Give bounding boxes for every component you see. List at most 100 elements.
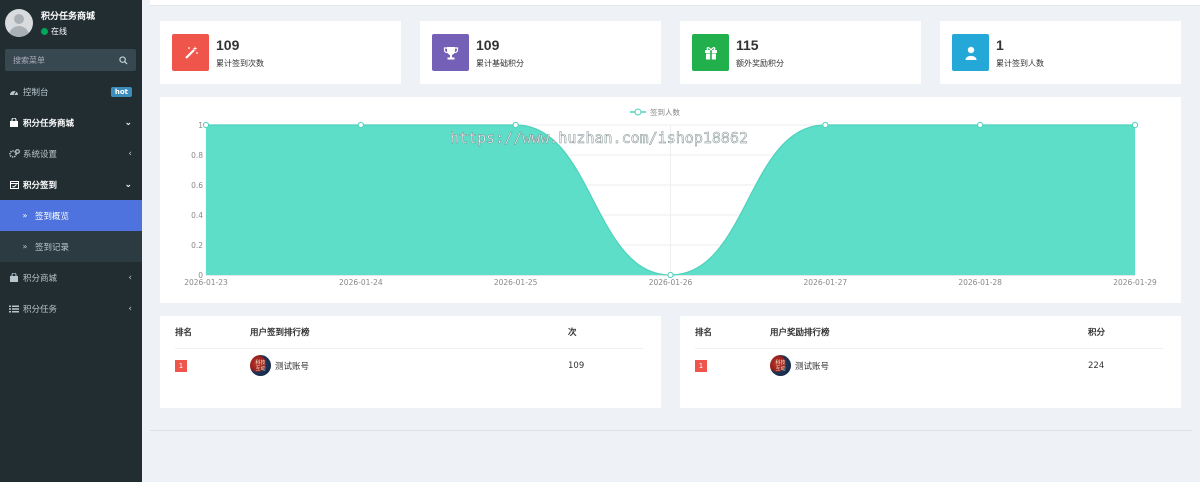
stat-value: 115	[736, 36, 759, 53]
data-point	[512, 121, 519, 129]
y-tick-label: 1	[198, 121, 203, 130]
chevron-left-icon: ‹	[128, 272, 132, 283]
search-input[interactable]	[13, 55, 113, 65]
checkin-area-chart: 00.20.40.60.812026-01-23 2026-01-24 2026-0…	[184, 107, 1157, 287]
sidebar: 积分任务商城 在线 控制台 hot 积分任务商城 ⌄ 系统设置 ‹ 积分	[0, 0, 142, 482]
data-point	[202, 121, 210, 129]
chevron-left-icon: ‹	[128, 303, 132, 314]
sidebar-item-label: 积分签到	[23, 180, 58, 191]
rank-badge: 1	[175, 359, 187, 372]
shop-icon	[8, 118, 20, 127]
user-avatar: 科技 互动	[250, 355, 271, 376]
sidebar-item-dashboard[interactable]: 控制台 hot	[0, 76, 142, 107]
y-tick-label: 0.6	[191, 181, 203, 190]
x-tick-label: 2026-01-29	[1113, 278, 1157, 287]
stat-label: 累计签到次数	[216, 58, 264, 68]
sidebar-item-label: 控制台	[23, 87, 49, 98]
checkin-ranking-panel: 排名 用户签到排行榜 次 1 科技 互动 测试账号 109	[160, 316, 661, 408]
status-label: 在线	[51, 27, 67, 36]
sidebar-item-label: 签到概览	[35, 211, 70, 222]
user-avatar[interactable]	[5, 9, 33, 37]
stat-card-base-points: 109 累计基础积分	[420, 21, 661, 84]
chevron-down-icon: ⌄	[124, 179, 132, 190]
watermark-text: https://www.huzhan.com/ishop18862	[450, 129, 748, 147]
sidebar-item-shop[interactable]: 积分商城 ‹	[0, 262, 142, 293]
column-header-count: 次	[568, 328, 577, 338]
x-tick-label: 2026-01-26	[649, 278, 693, 287]
shop-icon	[8, 273, 20, 282]
content-area: 109 累计签到次数 109 累计基础积分 115 额外奖励积分 1 累计签到人…	[142, 0, 1200, 482]
sidebar-item-system-settings[interactable]: 系统设置 ‹	[0, 138, 142, 169]
legend-label: 签到人数	[650, 107, 680, 117]
menu-search	[5, 49, 136, 71]
calendar-check-icon	[8, 180, 20, 189]
y-tick-label: 0.4	[191, 211, 203, 220]
double-angle-right-icon: »	[22, 211, 28, 220]
reward-points: 224	[1088, 360, 1105, 371]
table-row: 1 科技 互动 测试账号 224	[695, 349, 1171, 382]
hot-badge: hot	[110, 86, 132, 97]
column-header-user: 用户签到排行榜	[250, 328, 310, 338]
user-panel: 积分任务商城 在线	[0, 0, 142, 46]
data-point	[357, 121, 364, 129]
chevron-left-icon: ‹	[128, 148, 132, 159]
list-icon	[8, 305, 20, 313]
x-tick-label: 2026-01-24	[339, 278, 383, 287]
sidebar-item-label: 积分商城	[23, 273, 58, 284]
table-header: 排名 用户签到排行榜 次	[175, 316, 643, 349]
sidebar-menu: 控制台 hot 积分任务商城 ⌄ 系统设置 ‹ 积分签到 ⌄ » 签到概览 » …	[0, 76, 142, 324]
checkin-count: 109	[568, 360, 585, 371]
sidebar-item-label: 积分任务	[23, 304, 58, 315]
stat-value: 109	[476, 36, 500, 53]
x-tick-label: 2026-01-25	[494, 278, 538, 287]
x-tick-label: 2026-01-23	[184, 278, 228, 287]
stat-label: 额外奖励积分	[736, 58, 784, 68]
sidebar-item-points-mall[interactable]: 积分任务商城 ⌄	[0, 107, 142, 138]
user-avatar: 科技 互动	[770, 355, 791, 376]
y-tick-label: 0.8	[191, 151, 203, 160]
rank-badge: 1	[695, 359, 707, 372]
data-point	[1131, 121, 1139, 129]
data-point	[667, 271, 674, 279]
column-header-rank: 排名	[695, 328, 713, 338]
stat-label: 累计签到人数	[996, 58, 1044, 68]
online-status: 在线	[41, 26, 95, 37]
sidebar-item-label: 积分任务商城	[23, 118, 75, 129]
double-angle-right-icon: »	[22, 242, 28, 251]
sidebar-item-checkin-records[interactable]: » 签到记录	[0, 231, 142, 262]
stat-label: 累计基础积分	[476, 58, 524, 68]
app-title: 积分任务商城	[41, 12, 96, 22]
magic-wand-icon	[172, 34, 209, 71]
sidebar-item-label: 签到记录	[35, 242, 70, 253]
sidebar-item-label: 系统设置	[23, 149, 58, 160]
column-header-user: 用户奖励排行榜	[770, 328, 830, 338]
sidebar-item-checkin[interactable]: 积分签到 ⌄	[0, 169, 142, 200]
sidebar-item-tasks[interactable]: 积分任务 ‹	[0, 293, 142, 324]
legend-marker	[634, 108, 642, 116]
status-dot-icon	[41, 28, 48, 35]
main-panel: 109 累计签到次数 109 累计基础积分 115 额外奖励积分 1 累计签到人…	[150, 6, 1192, 431]
reward-ranking-panel: 排名 用户奖励排行榜 积分 1 科技 互动 测试账号 224	[680, 316, 1181, 408]
dashboard-icon	[8, 88, 20, 96]
sidebar-item-checkin-overview[interactable]: » 签到概览	[0, 200, 142, 231]
user-name: 测试账号	[795, 361, 830, 372]
stat-card-bonus-points: 115 额外奖励积分	[680, 21, 921, 84]
user-name: 测试账号	[275, 361, 310, 372]
chevron-down-icon: ⌄	[124, 117, 132, 128]
stat-card-checkin-count: 109 累计签到次数	[160, 21, 401, 84]
data-point	[977, 121, 984, 129]
stat-card-checkin-users: 1 累计签到人数	[940, 21, 1181, 84]
table-header: 排名 用户奖励排行榜 积分	[695, 316, 1163, 349]
x-tick-label: 2026-01-27	[804, 278, 848, 287]
user-icon	[952, 34, 989, 71]
table-row: 1 科技 互动 测试账号 109	[175, 349, 651, 382]
search-icon[interactable]	[119, 55, 128, 65]
y-tick-label: 0.2	[191, 241, 203, 250]
stat-value: 1	[996, 36, 1004, 53]
data-point	[822, 121, 829, 129]
x-tick-label: 2026-01-28	[958, 278, 1002, 287]
column-header-rank: 排名	[175, 328, 193, 338]
checkin-chart-panel: 0 0.2 0.4 0.6 0.8 1 2026-01-23 2026-01-24 2026-0…	[160, 97, 1181, 303]
gears-icon	[8, 149, 20, 158]
trophy-icon	[432, 34, 469, 71]
